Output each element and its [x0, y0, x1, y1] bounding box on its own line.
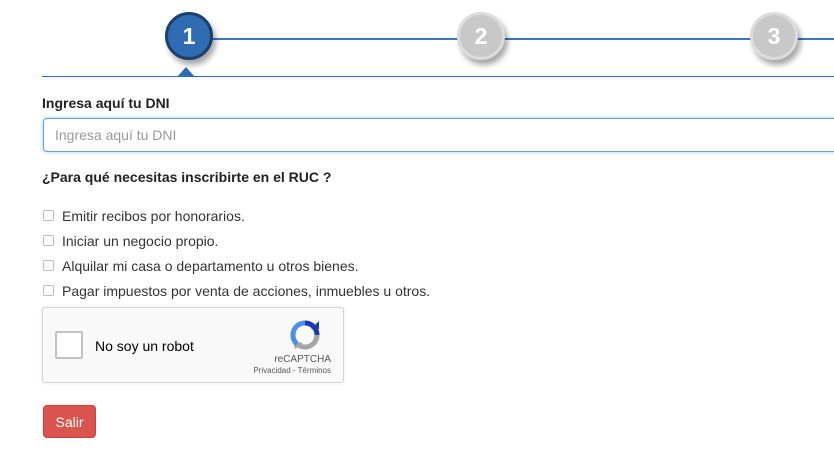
- option-iniciar-negocio[interactable]: Iniciar un negocio propio.: [43, 228, 430, 253]
- recaptcha-checkbox[interactable]: [55, 331, 83, 359]
- stepper-track: [190, 38, 834, 40]
- step-2-number: 2: [474, 22, 488, 49]
- option-label: Alquilar mi casa o departamento u otros …: [62, 257, 359, 274]
- recaptcha-logo-icon: [290, 320, 320, 350]
- recaptcha-brand: reCAPTCHA: [274, 354, 331, 365]
- step-2[interactable]: 2: [457, 12, 505, 60]
- option-label: Iniciar un negocio propio.: [62, 232, 219, 249]
- step-3[interactable]: 3: [750, 12, 798, 60]
- ruc-question-label: ¿Para qué necesitas inscribirte en el RU…: [42, 169, 332, 185]
- checkbox[interactable]: [43, 235, 54, 246]
- option-label: Emitir recibos por honorarios.: [62, 207, 245, 224]
- option-label: Pagar impuestos por venta de acciones, i…: [62, 282, 431, 299]
- recaptcha-widget: No soy un robot reCAPTCHA Privacidad - T…: [42, 307, 344, 383]
- recaptcha-label: No soy un robot: [95, 338, 194, 354]
- active-step-pointer-icon: [177, 67, 195, 77]
- option-pagar-impuestos[interactable]: Pagar impuestos por venta de acciones, i…: [43, 278, 430, 303]
- stepper-divider: [42, 76, 834, 77]
- checkbox[interactable]: [43, 210, 54, 221]
- option-emitir-recibos[interactable]: Emitir recibos por honorarios.: [43, 203, 430, 228]
- ruc-options-list: Emitir recibos por honorarios. Iniciar u…: [43, 203, 430, 303]
- checkbox[interactable]: [43, 285, 54, 296]
- step-1[interactable]: 1: [165, 12, 213, 60]
- step-1-number: 1: [182, 22, 196, 49]
- recaptcha-links[interactable]: Privacidad - Términos: [253, 366, 331, 375]
- checkbox[interactable]: [43, 260, 54, 271]
- dni-input[interactable]: [43, 118, 834, 152]
- exit-button[interactable]: Salir: [43, 405, 96, 438]
- option-alquilar[interactable]: Alquilar mi casa o departamento u otros …: [43, 253, 430, 278]
- step-3-number: 3: [767, 22, 781, 49]
- dni-label: Ingresa aquí tu DNI: [42, 95, 170, 111]
